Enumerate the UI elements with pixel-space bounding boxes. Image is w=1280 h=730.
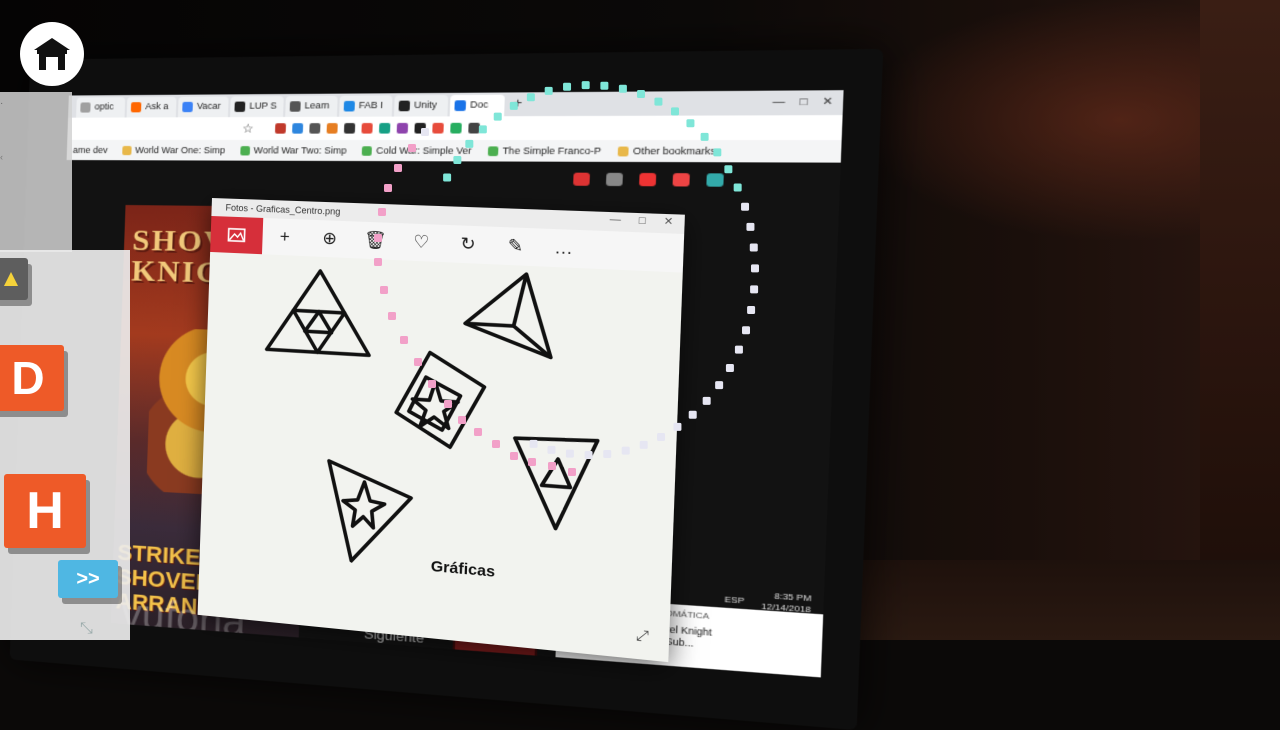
browser-tab[interactable]: Unity — [394, 95, 448, 117]
graficas-image — [198, 252, 683, 662]
extension-icon[interactable] — [450, 123, 462, 134]
bookmark[interactable]: ame dev — [73, 145, 108, 155]
extension-icon[interactable] — [275, 123, 286, 133]
bookmark[interactable]: World War One: Simp — [122, 145, 226, 155]
tab-favicon — [343, 101, 354, 112]
home-icon — [32, 36, 72, 72]
inverted-triangle-symbol — [512, 435, 598, 532]
photos-window: Fotos - Graficas_Centro.png — □ ✕ + ⊕ 🗑 … — [198, 198, 685, 662]
bookmarks-bar: ame dev World War One: Simp World War Tw… — [67, 140, 842, 163]
extension-icon[interactable] — [326, 123, 337, 134]
close-button[interactable]: ✕ — [822, 90, 833, 115]
extension-icon[interactable] — [292, 123, 303, 133]
browser-tab-bar: optic Ask a Vacar LUP S Learn FAB I Unit… — [68, 90, 844, 118]
room-wall — [1200, 0, 1280, 640]
browser-tab[interactable]: optic — [76, 97, 125, 118]
tab-favicon — [454, 100, 466, 111]
photo-canvas: Gráficas ⤢ — [198, 252, 683, 662]
minimize-button[interactable]: — — [772, 91, 785, 116]
see-all-photos-button[interactable] — [210, 216, 263, 254]
h-block-button[interactable]: H — [4, 474, 86, 548]
desk — [830, 560, 1280, 640]
close-button[interactable]: ✕ — [663, 216, 673, 228]
tab-favicon — [80, 102, 90, 112]
side-strip-chevron-icon[interactable]: ‹ — [0, 152, 3, 162]
extension-icon[interactable] — [396, 123, 407, 134]
video-link[interactable]: No Sense Running — [234, 639, 352, 664]
camera-icon[interactable] — [573, 173, 590, 186]
side-strip-label: · — [0, 98, 3, 109]
minimize-button[interactable]: — — [609, 214, 621, 226]
home-button[interactable] — [20, 22, 84, 86]
extension-icon[interactable] — [468, 123, 480, 134]
tab-favicon — [398, 101, 409, 112]
browser-tab-active[interactable]: Doc — [450, 95, 505, 117]
warning-block-button[interactable]: ▲ — [0, 258, 28, 300]
extension-icon[interactable] — [309, 123, 320, 133]
fast-forward-block-button[interactable]: >> — [58, 560, 118, 598]
delete-icon[interactable]: 🗑 — [352, 230, 399, 252]
omnibar: ☆ — [67, 115, 842, 140]
maximize-button[interactable]: □ — [639, 215, 646, 227]
window-controls: — □ ✕ — [772, 90, 843, 115]
image-icon — [227, 228, 245, 243]
triangle-star-symbol — [326, 461, 413, 566]
diamond-star-symbol — [395, 351, 485, 450]
d-block-button[interactable]: D — [0, 345, 64, 411]
add-icon[interactable]: + — [262, 226, 307, 248]
rotated-triangle-symbol — [464, 272, 554, 358]
apps-icon[interactable] — [606, 173, 623, 186]
folder-icon — [617, 146, 628, 156]
browser-tab[interactable]: Vacar — [178, 96, 229, 117]
bookmark[interactable]: The Simple Franco-P — [487, 145, 601, 156]
edit-icon[interactable]: ✎ — [491, 235, 540, 258]
bookmark-star-icon[interactable]: ☆ — [242, 121, 254, 136]
expand-icon[interactable]: ⤢ — [636, 626, 649, 645]
taskbar-language[interactable]: ESP — [724, 594, 744, 605]
ar-side-strip — [0, 92, 72, 252]
zoom-icon[interactable]: ⊕ — [307, 228, 353, 250]
bookmark-icon — [240, 146, 250, 155]
account-icon[interactable] — [673, 173, 690, 186]
extension-icon[interactable] — [414, 123, 426, 134]
taskbar-clock[interactable]: 8:35 PM 12/14/2018 — [761, 590, 812, 616]
extension-icon[interactable] — [432, 123, 444, 134]
bookmark-folder[interactable]: Other bookmarks — [617, 145, 716, 156]
bookmark-icon — [362, 146, 372, 156]
maximize-button[interactable]: □ — [799, 90, 807, 115]
extension-icon[interactable] — [361, 123, 372, 134]
browser-tab[interactable]: Ask a — [127, 97, 177, 118]
browser-tab[interactable]: LUP S — [230, 96, 284, 117]
more-icon[interactable]: … — [539, 237, 588, 260]
photos-window-title: Fotos - Graficas_Centro.png — [225, 202, 340, 216]
bookmark-icon — [487, 146, 498, 156]
tab-favicon — [182, 102, 193, 112]
browser-tab[interactable]: Learn — [285, 96, 338, 117]
tab-favicon — [234, 102, 245, 112]
browser-tab[interactable]: FAB I — [339, 95, 392, 116]
bookmark-icon — [122, 145, 131, 154]
extension-icon[interactable] — [379, 123, 390, 134]
extension-icon[interactable] — [344, 123, 355, 134]
triforce-symbol — [267, 269, 372, 356]
photos-window-controls: — □ ✕ — [609, 214, 673, 228]
youtube-header-icons — [573, 173, 724, 187]
rotate-icon[interactable]: ↻ — [444, 233, 492, 256]
resize-handle-icon[interactable]: ⤡ — [80, 620, 93, 638]
cast-icon[interactable] — [706, 173, 724, 186]
notifications-icon[interactable] — [639, 173, 656, 186]
favorite-icon[interactable]: ♡ — [398, 231, 445, 254]
tab-favicon — [289, 101, 300, 112]
bookmark[interactable]: World War Two: Simp — [240, 145, 347, 156]
bookmark[interactable]: Cold War: Simple Ver — [362, 145, 472, 156]
tab-favicon — [131, 102, 142, 112]
new-tab-button[interactable]: + — [506, 92, 529, 116]
